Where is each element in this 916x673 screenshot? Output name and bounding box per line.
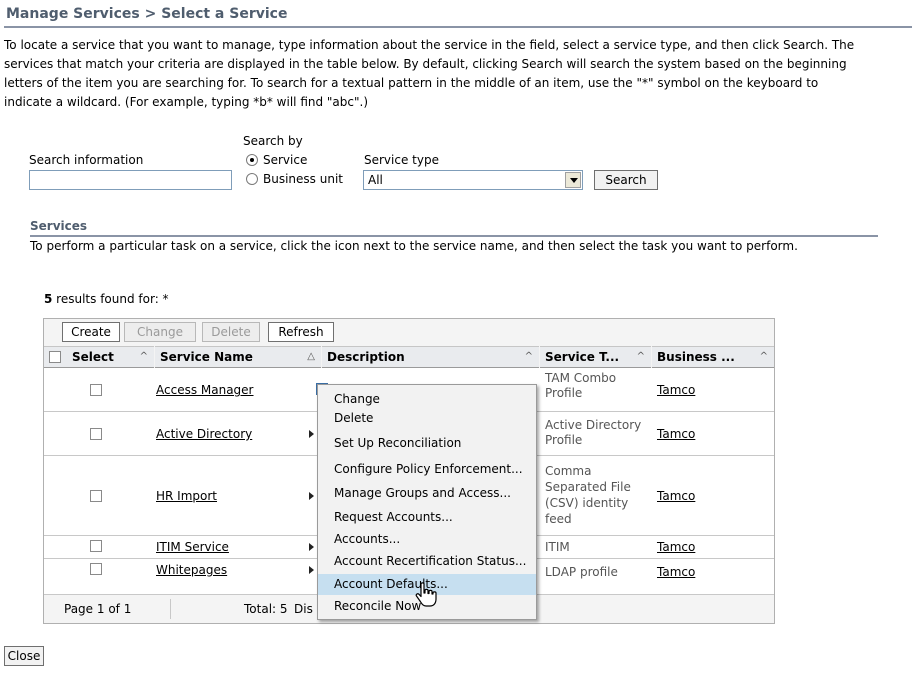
- radio-service-button[interactable]: [246, 154, 258, 166]
- service-name-link[interactable]: Whitepages: [156, 563, 227, 577]
- services-section-heading: Services: [30, 219, 878, 237]
- column-header-service-name[interactable]: Service Name △: [155, 346, 321, 368]
- close-button[interactable]: Close: [4, 646, 44, 666]
- menu-item-delete[interactable]: Delete: [318, 410, 536, 431]
- column-header-service-type[interactable]: Service T... ^: [540, 346, 651, 368]
- search-by-label: Search by: [243, 134, 303, 148]
- column-header-description[interactable]: Description ^: [322, 346, 539, 368]
- service-type-cell: Comma Separated File (CSV) identity feed: [545, 464, 631, 526]
- total-count: Total: 5: [244, 602, 288, 616]
- row-checkbox[interactable]: [90, 563, 102, 575]
- row-checkbox[interactable]: [90, 490, 102, 502]
- service-name-link[interactable]: Access Manager: [156, 383, 254, 397]
- business-unit-link[interactable]: Tamco: [657, 540, 695, 554]
- column-header-business-unit-label: Business ...: [657, 350, 735, 364]
- sort-icon[interactable]: ^: [760, 347, 768, 367]
- menu-item-accounts[interactable]: Accounts...: [318, 529, 536, 550]
- service-name-link[interactable]: ITIM Service: [156, 540, 229, 554]
- business-unit-link[interactable]: Tamco: [657, 489, 695, 503]
- chevron-down-icon[interactable]: [565, 172, 581, 188]
- page-indicator: Page 1 of 1: [64, 602, 132, 616]
- business-unit-link[interactable]: Tamco: [657, 383, 695, 397]
- refresh-button[interactable]: Refresh: [268, 322, 334, 342]
- intro-text: To locate a service that you want to man…: [4, 36, 910, 112]
- intro-line: indicate a wildcard. (For example, typin…: [4, 95, 369, 109]
- hand-pointer-icon: [415, 582, 437, 607]
- radio-business-unit[interactable]: Business unit: [246, 172, 346, 186]
- sort-ascending-icon[interactable]: △: [307, 347, 315, 367]
- menu-item-configure-policy-enforcement[interactable]: Configure Policy Enforcement...: [318, 459, 536, 480]
- task-menu-icon[interactable]: [309, 566, 314, 574]
- search-button[interactable]: Search: [594, 170, 658, 190]
- menu-item-set-up-reconciliation[interactable]: Set Up Reconciliation: [318, 433, 536, 454]
- menu-item-change[interactable]: Change: [318, 389, 536, 410]
- service-name-link[interactable]: Active Directory: [156, 427, 252, 441]
- select-all-checkbox[interactable]: [49, 351, 61, 363]
- menu-item-request-accounts[interactable]: Request Accounts...: [318, 507, 536, 528]
- service-type-cell: LDAP profile: [545, 565, 618, 579]
- column-header-description-label: Description: [327, 350, 405, 364]
- radio-service[interactable]: Service: [246, 153, 326, 167]
- service-type-value: All: [368, 173, 383, 187]
- row-checkbox[interactable]: [90, 384, 102, 396]
- intro-line: letters of the item you are searching fo…: [4, 76, 819, 90]
- services-description: To perform a particular task on a servic…: [30, 239, 798, 253]
- row-checkbox[interactable]: [90, 428, 102, 440]
- results-text: results found for: *: [52, 292, 169, 306]
- services-heading: Services: [30, 219, 88, 233]
- service-type-label: Service type: [364, 153, 439, 167]
- task-menu-icon[interactable]: [309, 543, 314, 551]
- radio-service-label: Service: [263, 153, 308, 167]
- service-type-cell: TAM Combo Profile: [545, 371, 617, 400]
- search-information-label: Search information: [29, 153, 144, 167]
- column-header-business-unit[interactable]: Business ... ^: [652, 346, 774, 368]
- delete-button[interactable]: Delete: [202, 322, 260, 342]
- displayed-count: Dis: [294, 602, 313, 616]
- task-menu-icon[interactable]: [309, 492, 314, 500]
- service-name-link[interactable]: HR Import: [156, 489, 217, 503]
- footer-divider: [170, 599, 171, 619]
- create-button[interactable]: Create: [62, 322, 120, 342]
- sort-icon[interactable]: ^: [525, 347, 533, 367]
- menu-item-account-recertification-status[interactable]: Account Recertification Status...: [318, 551, 536, 572]
- column-header-service-type-label: Service T...: [545, 350, 620, 364]
- sort-icon[interactable]: ^: [140, 347, 148, 367]
- radio-business-unit-label: Business unit: [263, 172, 343, 186]
- column-header-service-name-label: Service Name: [160, 350, 253, 364]
- row-checkbox[interactable]: [90, 540, 102, 552]
- service-type-cell: ITIM: [545, 540, 570, 554]
- results-summary: 5 results found for: *: [44, 292, 169, 306]
- task-menu-icon[interactable]: [309, 430, 314, 438]
- business-unit-link[interactable]: Tamco: [657, 565, 695, 579]
- intro-line: To locate a service that you want to man…: [4, 38, 855, 52]
- menu-item-manage-groups-and-access[interactable]: Manage Groups and Access...: [318, 483, 536, 504]
- business-unit-link[interactable]: Tamco: [657, 427, 695, 441]
- intro-line: services that match your criteria are di…: [4, 57, 847, 71]
- page-title: Manage Services > Select a Service: [6, 6, 288, 22]
- column-header-select-label: Select: [72, 350, 114, 364]
- radio-business-unit-button[interactable]: [246, 173, 258, 185]
- search-information-input[interactable]: [29, 170, 232, 190]
- service-type-select[interactable]: All: [363, 170, 583, 190]
- service-type-cell: Active Directory Profile: [545, 418, 642, 447]
- change-button[interactable]: Change: [124, 322, 196, 342]
- column-header-select[interactable]: Select ^: [44, 346, 154, 368]
- page-title-bar: Manage Services > Select a Service: [4, 2, 912, 28]
- sort-icon[interactable]: ^: [637, 347, 645, 367]
